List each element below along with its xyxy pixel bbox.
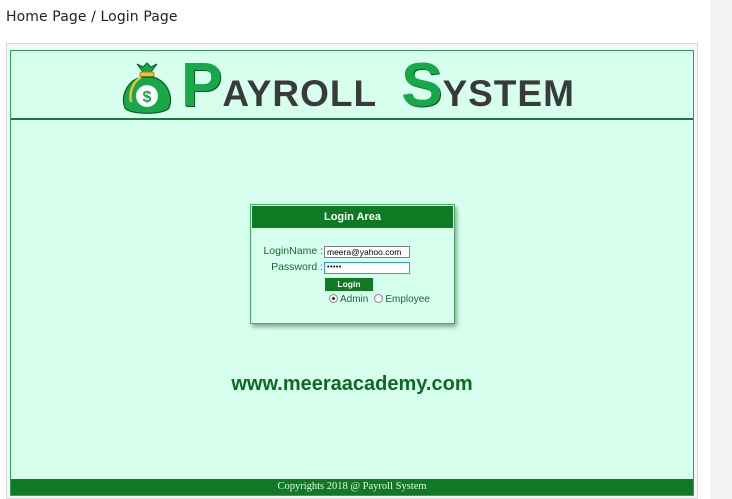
title-initial-p: P <box>181 51 223 120</box>
loginname-input[interactable]: meera@yahoo.com <box>324 246 410 258</box>
title-initial-s: S <box>401 51 443 120</box>
payroll-page: $ PAYROLL SYSTEM Login Area LoginName : m… <box>10 50 694 496</box>
employee-radio[interactable] <box>374 293 384 303</box>
loginname-label: LoginName : <box>263 245 323 257</box>
footer-copyright: Copyrights 2018 @ Payroll System <box>11 479 693 495</box>
role-radio-group: Admin Employee <box>329 293 430 305</box>
website-url: www.meeraacademy.com <box>231 373 473 395</box>
admin-radio[interactable] <box>329 293 338 303</box>
page-title: PAYROLL SYSTEM <box>181 53 575 119</box>
svg-text:$: $ <box>143 89 152 106</box>
employee-radio-label[interactable]: Employee <box>385 294 429 305</box>
title-word-ayroll: AYROLL <box>222 73 378 114</box>
login-button[interactable]: Login <box>325 278 373 291</box>
admin-radio-label[interactable]: Admin <box>340 294 368 305</box>
page-scroll-gutter <box>710 0 732 499</box>
header-banner: $ PAYROLL SYSTEM <box>11 51 693 120</box>
login-area-panel: Login Area LoginName : meera@yahoo.com P… <box>250 204 455 324</box>
money-bag-icon: $ <box>122 62 172 114</box>
login-area-header: Login Area <box>252 206 453 228</box>
breadcrumb: Home Page / Login Page <box>6 9 178 25</box>
password-label: Password : <box>271 261 323 273</box>
password-input[interactable]: ••••• <box>324 262 410 274</box>
title-word-ystem: YSTEM <box>442 73 575 114</box>
